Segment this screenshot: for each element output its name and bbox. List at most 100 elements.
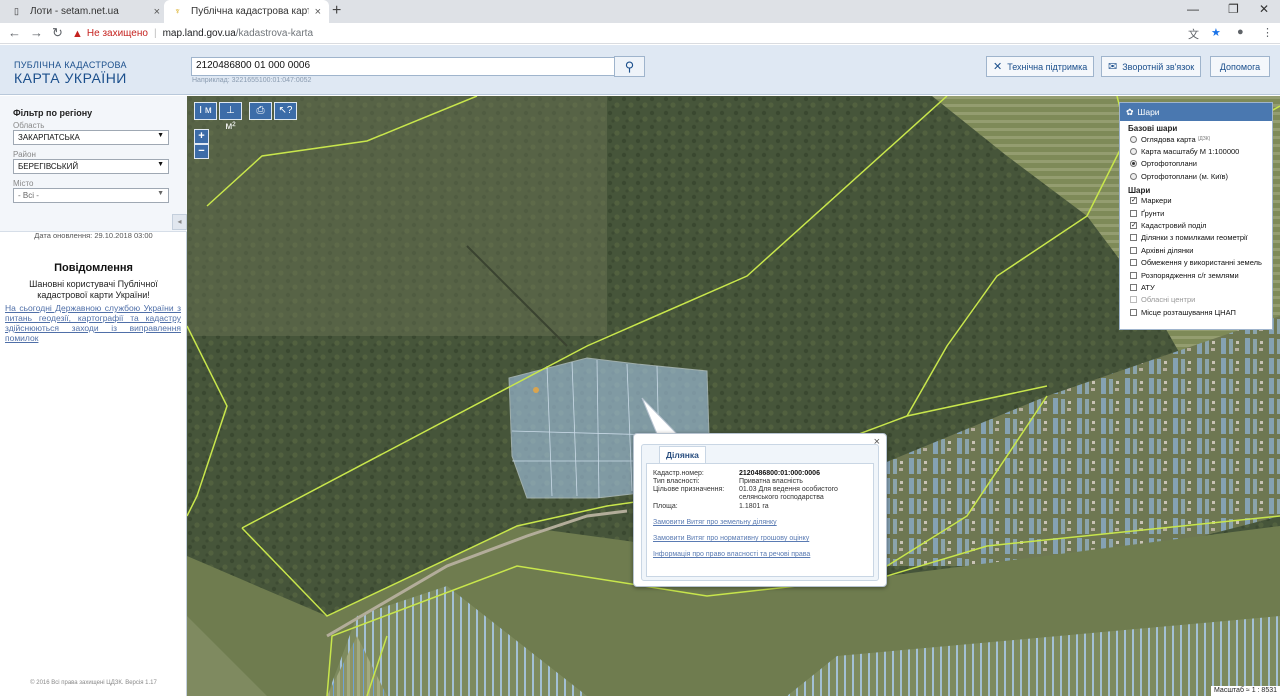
url-field[interactable]: ▲ Не захищено | map.land.gov.ua/kadastro… [72, 24, 1182, 43]
close-window-icon[interactable]: ✕ [1259, 2, 1269, 16]
layer-atu[interactable]: АТУ [1120, 281, 1272, 293]
misto-value: - Всі - [18, 191, 39, 200]
feedback-button[interactable]: ✉ Зворотній зв'язок [1101, 56, 1202, 77]
layer-agri-orders[interactable]: Розпорядження с/г землями [1120, 269, 1272, 281]
logo-line1: ПУБЛІЧНА КАДАСТРОВА [14, 60, 127, 70]
ownership-value: Приватна власність [739, 478, 803, 485]
checkbox-icon[interactable] [1130, 234, 1137, 242]
map-view[interactable]: I м ⊥ м² ⎙ ↖? + − ✿ Шари Базові шари Огл… [187, 96, 1280, 696]
map-toolbar: I м ⊥ м² ⎙ ↖? [194, 102, 297, 132]
radio-icon[interactable] [1130, 135, 1137, 143]
layer-markers[interactable]: ✓ Маркери [1120, 195, 1272, 207]
help-button[interactable]: Допомога [1210, 56, 1270, 77]
raion-label: Район [13, 150, 36, 159]
measure-area-button[interactable]: ⊥ м² [219, 102, 242, 132]
print-button[interactable]: ⎙ [249, 102, 272, 120]
misto-select[interactable]: - Всі - ▼ [13, 188, 169, 203]
radio-icon[interactable] [1130, 172, 1137, 180]
overlay-layers-title: Шари [1128, 185, 1151, 195]
checkbox-icon[interactable] [1130, 209, 1137, 217]
browser-tab-kadastr[interactable]: ♆ Публічна кадастрова карта Украї × [164, 0, 329, 23]
collapse-sidebar-button[interactable]: ◂ [172, 214, 187, 230]
checkbox-checked-icon[interactable]: ✓ [1130, 197, 1137, 205]
oblast-label: Область [13, 121, 45, 130]
base-layer-ortho[interactable]: Ортофотоплани [1120, 158, 1272, 170]
radio-icon[interactable] [1130, 148, 1137, 156]
cadastral-search-input[interactable]: 2120486800 01 000 0006 [191, 57, 615, 76]
purpose-value: 01.03 Для ведення особистого селянського… [739, 486, 838, 501]
browser-tab-setam[interactable]: ▯ Лоти - setam.net.ua × [3, 0, 168, 23]
area-row: Площа: 1.1801 га [653, 503, 869, 511]
checkbox-icon[interactable] [1130, 308, 1137, 316]
base-layer-overview[interactable]: Оглядова карта (ДЗК) [1120, 133, 1272, 145]
order-extract-link[interactable]: Замовити Витяг про земельну ділянку [653, 519, 777, 526]
filter-title: Фільтр по регіону [13, 108, 93, 118]
layer-geometry-errors[interactable]: Ділянки з помилками геометрії [1120, 232, 1272, 244]
gear-icon: ✿ [1126, 106, 1134, 117]
translate-icon[interactable]: 文 [1188, 26, 1199, 42]
ownership-label: Тип власності: [653, 478, 700, 485]
forward-icon[interactable]: → [30, 25, 43, 40]
layer-label: Оглядова карта [1141, 134, 1196, 144]
star-icon[interactable]: ★ [1211, 26, 1221, 39]
parcel-popup: × Ділянка Кадастр.номер: 2120486800:01:0… [633, 433, 887, 587]
ownership-info-link[interactable]: Інформація про право власності та речові… [653, 551, 810, 558]
layer-soils[interactable]: Ґрунти [1120, 207, 1272, 219]
update-date: Дата оновлення: 29.10.2018 03:00 [34, 231, 153, 240]
copyright: © 2016 Всі права захищені ЦДЗК. Версія 1… [30, 680, 157, 686]
layer-label: Обмеження у використанні земель [1141, 258, 1262, 268]
new-tab-button[interactable]: + [332, 2, 341, 20]
tab-parcel[interactable]: Ділянка [659, 446, 706, 463]
close-icon[interactable]: × [154, 6, 160, 18]
layer-oblast-centers[interactable]: Обласні центри [1120, 294, 1272, 306]
layers-panel: ✿ Шари Базові шари Оглядова карта (ДЗК) К… [1119, 102, 1273, 330]
zoom-in-button[interactable]: + [194, 129, 209, 144]
identify-button[interactable]: ↖? [274, 102, 297, 120]
base-layer-100000[interactable]: Карта масштабу М 1:100000 [1120, 145, 1272, 157]
layer-restrictions[interactable]: Обмеження у використанні земель [1120, 257, 1272, 269]
restore-icon[interactable]: ❐ [1228, 2, 1239, 16]
layer-archive[interactable]: Архівні ділянки [1120, 244, 1272, 256]
dropdown-arrow-icon: ▼ [157, 190, 164, 197]
sidebar: Фільтр по регіону Область ЗАКАРПАТСЬКА ▼… [0, 96, 187, 696]
radio-selected-icon[interactable] [1130, 160, 1137, 168]
reload-icon[interactable]: ↻ [52, 25, 63, 41]
cad-number-row: Кадастр.номер: 2120486800:01:000:0006 [653, 470, 869, 478]
order-valuation-link[interactable]: Замовити Витяг про нормативну грошову оц… [653, 535, 809, 542]
address-bar: ← → ↻ ▲ Не захищено | map.land.gov.ua/ka… [0, 23, 1280, 44]
tab-title: Лоти - setam.net.ua [30, 6, 119, 17]
area-value: 1.1801 га [739, 503, 769, 510]
measure-distance-button[interactable]: I м [194, 102, 217, 120]
minimize-icon[interactable]: — [1187, 2, 1199, 16]
close-icon[interactable]: × [315, 6, 321, 18]
layers-header[interactable]: ✿ Шари [1120, 103, 1272, 121]
cad-number-label: Кадастр.номер: [653, 470, 704, 477]
raion-select[interactable]: БЕРЕГІВСЬКИЙ ▼ [13, 159, 169, 174]
zoom-out-button[interactable]: − [194, 144, 209, 159]
checkbox-icon[interactable] [1130, 259, 1137, 267]
notice-link[interactable]: На сьогодні Державною службою України з … [5, 303, 181, 343]
checkbox-icon[interactable] [1130, 271, 1137, 279]
checkbox-icon[interactable] [1130, 283, 1137, 291]
layer-label: Ділянки з помилками геометрії [1141, 233, 1248, 243]
layer-label: Розпорядження с/г землями [1141, 270, 1239, 280]
ownership-row: Тип власності: Приватна власність [653, 478, 869, 486]
dropdown-arrow-icon: ▼ [157, 161, 164, 168]
checkbox-checked-icon[interactable]: ✓ [1130, 222, 1137, 230]
support-button[interactable]: ✕ Технічна підтримка [986, 56, 1095, 77]
browser-tabstrip: ▯ Лоти - setam.net.ua × ♆ Публічна кадас… [0, 0, 1280, 23]
layer-label: Маркери [1141, 196, 1172, 206]
account-icon[interactable]: ● [1237, 26, 1244, 38]
base-layer-ortho-kyiv[interactable]: Ортофотоплани (м. Київ) [1120, 170, 1272, 182]
oblast-select[interactable]: ЗАКАРПАТСЬКА ▼ [13, 130, 169, 145]
search-icon: ⚲ [624, 59, 635, 74]
back-icon[interactable]: ← [8, 25, 21, 40]
insecure-label[interactable]: Не захищено [87, 28, 148, 39]
checkbox-icon[interactable] [1130, 246, 1137, 254]
layer-cadastral[interactable]: ✓ Кадастровий поділ [1120, 219, 1272, 231]
checkbox-icon[interactable] [1130, 296, 1137, 304]
layer-cnap[interactable]: Місце розташування ЦНАП [1120, 306, 1272, 318]
app-header: ПУБЛІЧНА КАДАСТРОВА КАРТА УКРАЇНИ 212048… [0, 45, 1280, 95]
search-button[interactable]: ⚲ [614, 56, 645, 77]
menu-icon[interactable]: ⋮ [1262, 26, 1273, 39]
